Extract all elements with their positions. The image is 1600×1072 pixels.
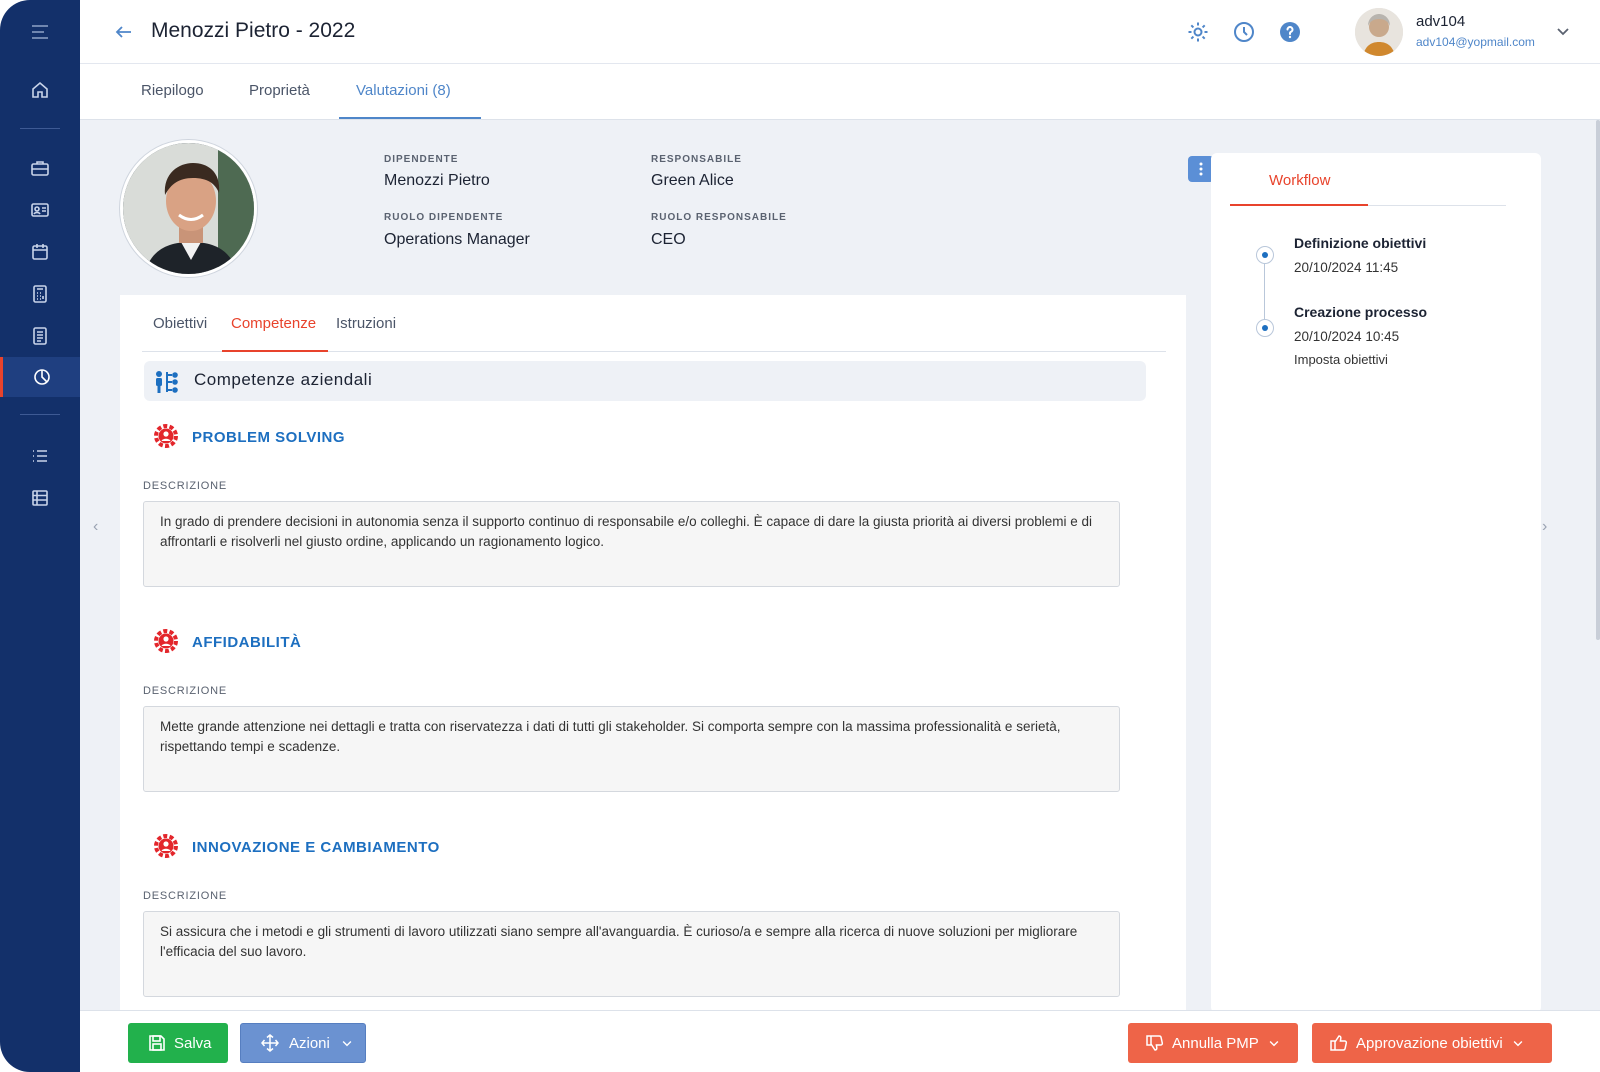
section-title: Competenze aziendali (194, 370, 373, 389)
workflow-step-date: 20/10/2024 11:45 (1294, 260, 1399, 275)
calculator-icon (33, 285, 47, 303)
sidebar (0, 0, 80, 1072)
sidebar-item-evaluations[interactable] (0, 357, 80, 397)
chevron-down-icon (1269, 1040, 1279, 1047)
description-label: DESCRIZIONE (143, 480, 227, 492)
active-subtab-indicator (222, 350, 328, 352)
sidebar-item-list[interactable] (0, 436, 80, 476)
tab-obiettivi[interactable]: Obiettivi (153, 315, 207, 332)
sidebar-item-calendar[interactable] (0, 232, 80, 272)
workflow-panel: Workflow Definizione obiettivi 20/10/202… (1211, 153, 1541, 1013)
home-icon (32, 81, 48, 98)
sidebar-item-briefcase[interactable] (0, 148, 80, 188)
description-label: DESCRIZIONE (143, 890, 227, 902)
competence-title: INNOVAZIONE E CAMBIAMENTO (192, 839, 440, 856)
calendar-icon (32, 244, 48, 260)
move-icon (261, 1034, 279, 1052)
workflow-step-note: Imposta obiettivi (1294, 352, 1388, 367)
employee-role-label: RUOLO DIPENDENTE (384, 212, 504, 223)
tab-riepilogo[interactable]: Riepilogo (141, 82, 204, 99)
back-arrow-icon[interactable] (114, 22, 134, 42)
manager-label: RESPONSABILE (651, 154, 742, 165)
scrollbar[interactable] (1596, 120, 1600, 640)
top-tabs: Riepilogo Proprietà Valutazioni (8) (80, 64, 1600, 120)
sidebar-item-table[interactable] (0, 478, 80, 518)
thumbs-up-icon (1330, 1035, 1348, 1051)
evaluation-card: Obiettivi Competenze Istruzioni Competen… (120, 295, 1186, 1015)
list-icon (33, 450, 47, 462)
save-button-label: Salva (174, 1034, 212, 1052)
cancel-pmp-label: Annulla PMP (1172, 1034, 1259, 1052)
user-email: adv104@yopmail.com (1416, 35, 1535, 49)
kebab-icon (1199, 162, 1203, 176)
workflow-step-title: Definizione obiettivi (1294, 235, 1427, 251)
scroll-left-icon[interactable]: ‹ (93, 518, 98, 536)
gear-icon[interactable] (1186, 20, 1210, 44)
sidebar-item-home[interactable] (0, 70, 80, 110)
avatar[interactable] (1355, 8, 1403, 56)
timeline-dot (1256, 319, 1274, 337)
briefcase-icon (31, 161, 49, 176)
cancel-pmp-button[interactable]: Annulla PMP (1128, 1023, 1298, 1063)
sidebar-divider (20, 128, 60, 129)
thumbs-down-icon (1146, 1035, 1164, 1051)
employee-name: Menozzi Pietro (384, 172, 490, 189)
page-title: Menozzi Pietro - 2022 (151, 19, 356, 42)
timeline-dot (1256, 246, 1274, 264)
competence-gear-icon (154, 834, 178, 858)
sidebar-item-id-card[interactable] (0, 190, 80, 230)
section-header: Competenze aziendali (144, 361, 1146, 401)
approve-objectives-label: Approvazione obiettivi (1356, 1034, 1503, 1052)
description-label: DESCRIZIONE (143, 685, 227, 697)
user-name: adv104 (1416, 13, 1466, 30)
footer-actions: Salva Azioni Annulla PMP Approvazione ob… (80, 1010, 1600, 1072)
chevron-down-icon (1513, 1040, 1523, 1047)
competence-title: PROBLEM SOLVING (192, 429, 346, 446)
tab-workflow[interactable]: Workflow (1269, 172, 1330, 189)
active-tab-indicator (339, 117, 481, 119)
chevron-down-icon[interactable] (1554, 22, 1572, 40)
tab-valutazioni[interactable]: Valutazioni (8) (356, 82, 451, 99)
description-field[interactable]: Mette grande attenzione nei dettagli e t… (143, 706, 1120, 792)
header: Menozzi Pietro - 2022 adv104 adv104@yopm… (80, 0, 1600, 64)
save-button[interactable]: Salva (128, 1023, 228, 1063)
description-field[interactable]: In grado di prendere decisioni in autono… (143, 501, 1120, 587)
timeline-line (1264, 256, 1265, 328)
sidebar-divider (20, 414, 60, 415)
clock-icon[interactable] (1232, 20, 1256, 44)
help-icon[interactable] (1278, 20, 1302, 44)
floppy-disk-icon (149, 1035, 165, 1051)
tab-proprieta[interactable]: Proprietà (249, 82, 310, 99)
competence-gear-icon (154, 424, 178, 448)
manager-role: CEO (651, 231, 686, 248)
workflow-step-date: 20/10/2024 10:45 (1294, 329, 1400, 344)
approve-objectives-button[interactable]: Approvazione obiettivi (1312, 1023, 1552, 1063)
workflow-step-title: Creazione processo (1294, 304, 1428, 320)
org-chart-icon (156, 371, 178, 393)
employee-photo (120, 140, 257, 277)
sidebar-item-calculator[interactable] (0, 274, 80, 314)
menu-icon[interactable] (0, 12, 80, 52)
competence-gear-icon (154, 629, 178, 653)
chevron-down-icon (342, 1040, 352, 1047)
scroll-right-icon[interactable]: › (1542, 518, 1547, 536)
sidebar-item-document[interactable] (0, 316, 80, 356)
description-field[interactable]: Si assicura che i metodi e gli strumenti… (143, 911, 1120, 997)
content-area: ‹ › DIPENDENTE Menozzi Pietro RESPONSABI… (80, 120, 1600, 1015)
actions-button-label: Azioni (289, 1034, 330, 1052)
manager-name: Green Alice (651, 172, 734, 189)
tab-competenze[interactable]: Competenze (231, 315, 316, 332)
table-icon (32, 490, 48, 506)
competence-title: AFFIDABILITÀ (192, 634, 302, 651)
document-icon (33, 327, 47, 345)
tab-istruzioni[interactable]: Istruzioni (336, 315, 396, 332)
pie-chart-icon (33, 369, 50, 385)
id-card-icon (31, 203, 49, 217)
employee-label: DIPENDENTE (384, 154, 459, 165)
actions-button[interactable]: Azioni (240, 1023, 366, 1063)
employee-role: Operations Manager (384, 231, 530, 248)
manager-role-label: RUOLO RESPONSABILE (651, 212, 787, 223)
workflow-tab-indicator (1230, 204, 1368, 206)
